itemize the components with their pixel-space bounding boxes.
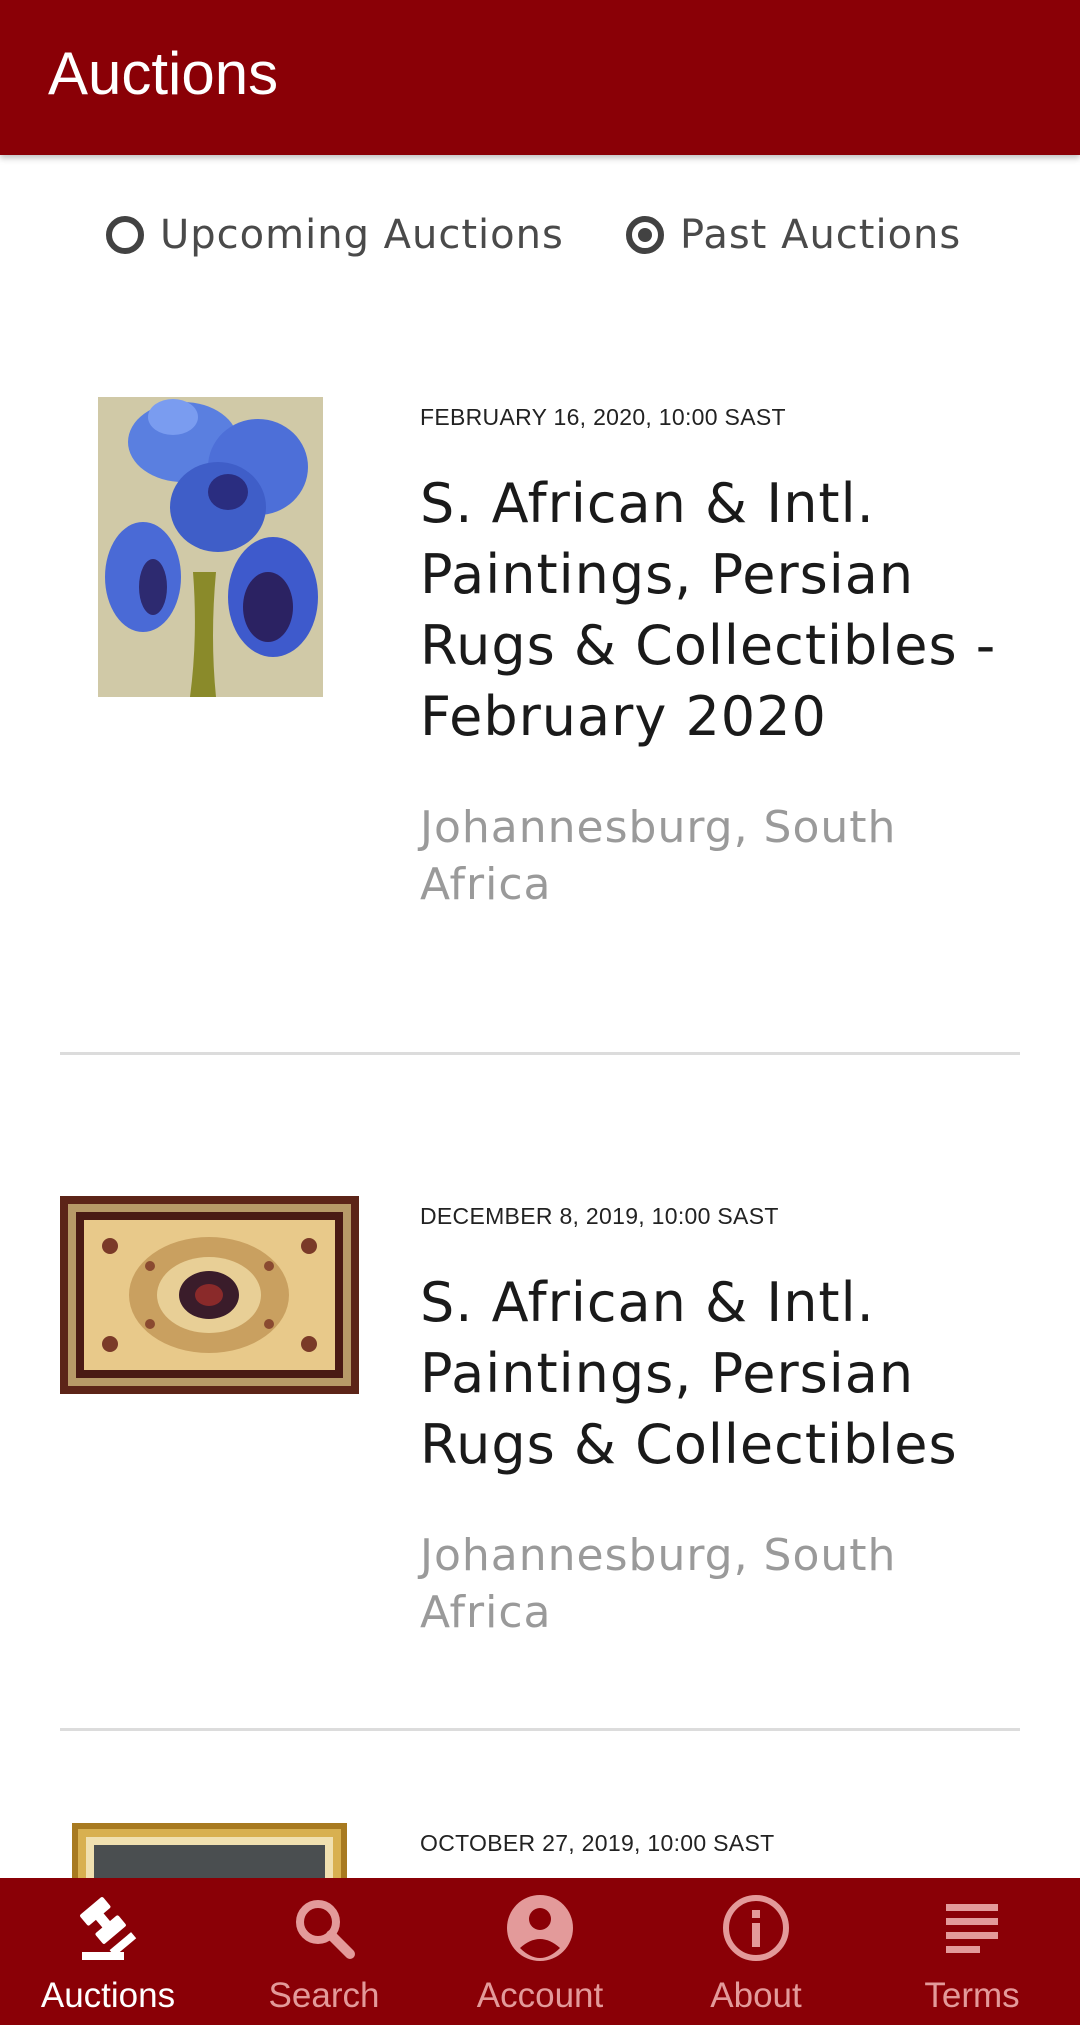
account-icon [507,1895,573,1961]
nav-label: Terms [924,1976,1020,2015]
auction-list-item[interactable]: FEBRUARY 16, 2020, 10:00 SAST S. African… [0,280,1080,1060]
past-auctions-radio[interactable]: Past Auctions [626,207,961,263]
nav-label: Auctions [40,1976,176,2015]
auction-thumbnail-framed-painting [72,1823,347,1883]
auction-date: OCTOBER 27, 2019, 10:00 SAST [420,1830,775,1856]
nav-label: Account [476,1976,604,2015]
nav-about[interactable]: About [648,1878,864,2025]
auction-thumbnail-iris-painting [98,397,323,697]
bottom-navigation: Auctions Search Account About Terms [0,1878,1080,2025]
auction-list-item[interactable]: OCTOBER 27, 2019, 10:00 SAST [0,1731,1080,1883]
info-icon [723,1895,789,1961]
auction-location: Johannesburg, South Africa [420,802,897,910]
auction-title: S. African & Intl. Paintings, Persian Ru… [420,472,997,748]
radio-unchecked-icon [106,216,144,254]
auction-thumbnail-persian-rug [60,1196,359,1394]
auction-list-item[interactable]: DECEMBER 8, 2019, 10:00 SAST S. African … [0,1055,1080,1745]
nav-label: Search [268,1976,380,2015]
app-bar: Auctions [0,0,1080,155]
auction-location: Johannesburg, South Africa [420,1530,897,1638]
nav-label: About [710,1976,802,2015]
auction-date: DECEMBER 8, 2019, 10:00 SAST [420,1203,779,1229]
auction-date: FEBRUARY 16, 2020, 10:00 SAST [420,404,786,430]
search-icon [296,1900,355,1959]
nav-terms[interactable]: Terms [864,1878,1080,2025]
upcoming-auctions-radio[interactable]: Upcoming Auctions [106,207,564,263]
page-title: Auctions [48,40,279,107]
radio-label: Past Auctions [680,212,962,258]
gavel-icon [80,1897,137,1960]
nav-auctions[interactable]: Auctions [0,1878,216,2025]
radio-checked-icon [626,216,664,254]
nav-account[interactable]: Account [432,1878,648,2025]
auction-filter: Upcoming Auctions Past Auctions [0,195,1080,275]
nav-search[interactable]: Search [216,1878,432,2025]
radio-label: Upcoming Auctions [160,212,564,258]
auction-title: S. African & Intl. Paintings, Persian Ru… [420,1271,958,1476]
terms-icon [946,1904,998,1953]
